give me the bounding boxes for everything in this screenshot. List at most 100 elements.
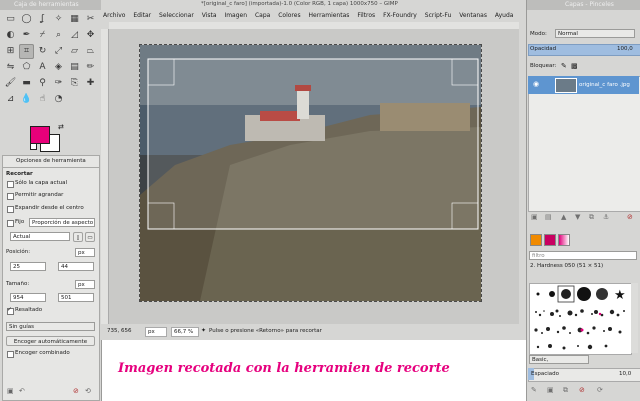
size-width-field[interactable]: 954 (10, 293, 46, 302)
size-unit-dropdown[interactable]: px (75, 280, 95, 289)
foreground-color-front[interactable] (30, 126, 50, 144)
measure-tool-icon[interactable]: ◿ (67, 28, 82, 43)
paths-tool-icon[interactable]: ✒ (19, 28, 34, 43)
new-layer-icon[interactable]: ▣ (531, 213, 538, 221)
portrait-icon[interactable]: ▯ (73, 232, 83, 242)
shear-tool-icon[interactable]: ▱ (67, 44, 82, 59)
clone-tool-icon[interactable]: ⎘ (67, 76, 82, 91)
brushes-tab-icon[interactable] (530, 234, 542, 246)
landscape-icon[interactable]: ▭ (85, 232, 95, 242)
duplicate-brush-icon[interactable]: ⧉ (563, 386, 568, 395)
menu-script-fu[interactable]: Script-Fu (425, 12, 452, 19)
fuzzy-select-tool-icon[interactable]: ✧ (51, 12, 66, 27)
anchor-layer-icon[interactable]: ⚓ (603, 213, 609, 221)
airbrush-tool-icon[interactable]: ⚲ (35, 76, 50, 91)
menu-imagen[interactable]: Imagen (224, 12, 247, 19)
flip-tool-icon[interactable]: ⇋ (3, 60, 18, 75)
raise-layer-icon[interactable]: ▲ (561, 213, 566, 221)
patterns-tab-icon[interactable] (544, 234, 556, 246)
color-picker-tool-icon[interactable]: ⌿ (35, 28, 50, 43)
reset-colors-icon[interactable] (30, 143, 37, 150)
perspective-tool-icon[interactable]: ⏢ (83, 44, 98, 59)
autoshrink-button[interactable]: Encoger automáticamente (6, 336, 95, 346)
position-y-field[interactable]: 44 (58, 262, 94, 271)
refresh-brushes-icon[interactable]: ⟳ (597, 386, 603, 394)
expand-from-center-checkbox[interactable] (7, 206, 14, 213)
fixed-checkbox[interactable] (7, 220, 14, 227)
edit-brush-icon[interactable]: ✎ (531, 386, 537, 394)
blend-tool-icon[interactable]: ▤ (67, 60, 82, 75)
menu-fx-foundry[interactable]: FX-Foundry (383, 12, 417, 19)
smudge-tool-icon[interactable]: ☝ (35, 92, 50, 107)
guides-dropdown[interactable]: Sin guías (6, 322, 95, 331)
eye-icon[interactable]: ◉ (533, 80, 539, 88)
duplicate-layer-icon[interactable]: ⧉ (589, 213, 594, 222)
bucket-fill-tool-icon[interactable]: ◈ (51, 60, 66, 75)
menu-seleccionar[interactable]: Seleccionar (159, 12, 194, 19)
menu-colores[interactable]: Colores (278, 12, 300, 19)
menu-capa[interactable]: Capa (255, 12, 270, 19)
menu-herramientas[interactable]: Herramientas (309, 12, 350, 19)
new-group-icon[interactable]: ▤ (545, 213, 552, 221)
cage-tool-icon[interactable]: ⬠ (19, 60, 34, 75)
pencil-tool-icon[interactable]: ✏ (83, 60, 98, 75)
delete-brush-icon[interactable]: ⊘ (579, 386, 585, 394)
brush-scrollbar[interactable] (631, 283, 638, 353)
delete-options-icon[interactable]: ⊘ (73, 388, 79, 395)
shrink-merged-checkbox[interactable] (7, 351, 14, 358)
rect-select-tool-icon[interactable]: ▭ (3, 12, 18, 27)
swap-colors-icon[interactable]: ⇄ (58, 123, 64, 131)
size-height-field[interactable]: 501 (58, 293, 94, 302)
zoom-tool-icon[interactable]: ⌕ (51, 28, 66, 43)
free-select-tool-icon[interactable]: ʆ (35, 12, 50, 27)
position-x-field[interactable]: 25 (10, 262, 46, 271)
align-tool-icon[interactable]: ⊞ (3, 44, 18, 59)
crop-tool-icon[interactable]: ⌗ (19, 44, 34, 59)
text-tool-icon[interactable]: A (35, 60, 50, 75)
gradients-tab-icon[interactable] (558, 234, 570, 246)
opacity-value: 100,0 (617, 46, 633, 52)
blur-tool-icon[interactable]: 💧 (19, 92, 34, 107)
ellipse-select-tool-icon[interactable]: ◯ (19, 12, 34, 27)
new-brush-icon[interactable]: ▣ (547, 386, 554, 394)
mode-dropdown[interactable]: Normal (555, 29, 635, 38)
status-unit-dropdown[interactable]: px (145, 327, 167, 337)
rotate-tool-icon[interactable]: ↻ (35, 44, 50, 59)
current-layer-only-checkbox[interactable] (7, 181, 14, 188)
image-canvas-photo[interactable] (139, 44, 482, 302)
aspect-dropdown[interactable]: Proporción de aspecto (29, 218, 95, 227)
lower-layer-icon[interactable]: ▼ (575, 213, 580, 221)
foreground-select-tool-icon[interactable]: ◐ (3, 28, 18, 43)
paintbrush-tool-icon[interactable]: 🖌 (3, 76, 18, 91)
brush-grid[interactable]: ★ (529, 283, 632, 355)
position-unit-dropdown[interactable]: px (75, 248, 95, 257)
brush-filter-input[interactable]: filtro (529, 251, 637, 260)
delete-layer-icon[interactable]: ⊘ (627, 213, 633, 221)
color-select-tool-icon[interactable]: ▦ (67, 12, 82, 27)
brush-set-dropdown[interactable]: Basic, (529, 355, 589, 364)
allow-growing-checkbox[interactable] (7, 193, 14, 200)
reset-options-icon[interactable]: ⟲ (85, 388, 91, 395)
menu-ventanas[interactable]: Ventanas (459, 12, 487, 19)
ratio-field[interactable]: Actual (10, 232, 70, 241)
menu-ayuda[interactable]: Ayuda (495, 12, 514, 19)
lock-alpha-icon[interactable]: ▩ (571, 62, 578, 70)
expand-from-center-label: Expandir desde el centro (15, 205, 84, 211)
menu-archivo[interactable]: Archivo (103, 12, 125, 19)
dodge-burn-tool-icon[interactable]: ◔ (51, 92, 66, 107)
move-tool-icon[interactable]: ✥ (83, 28, 98, 43)
menu-vista[interactable]: Vista (202, 12, 217, 19)
zoom-dropdown[interactable]: 66,7 % (171, 327, 199, 337)
eraser-tool-icon[interactable]: ▬ (19, 76, 34, 91)
perspective-clone-tool-icon[interactable]: ⊿ (3, 92, 18, 107)
menu-editar[interactable]: Editar (133, 12, 151, 19)
ink-tool-icon[interactable]: ✑ (51, 76, 66, 91)
current-layer-only-label: Sólo la capa actual (15, 180, 68, 186)
save-options-icon[interactable]: ▣ (7, 388, 14, 395)
restore-options-icon[interactable]: ↶ (19, 388, 25, 395)
lock-pixels-icon[interactable]: ✎ (561, 62, 567, 70)
scale-tool-icon[interactable]: ⤢ (51, 44, 66, 59)
scissors-tool-icon[interactable]: ✂ (83, 12, 98, 27)
menu-filtros[interactable]: Filtros (357, 12, 375, 19)
heal-tool-icon[interactable]: ✚ (83, 76, 98, 91)
